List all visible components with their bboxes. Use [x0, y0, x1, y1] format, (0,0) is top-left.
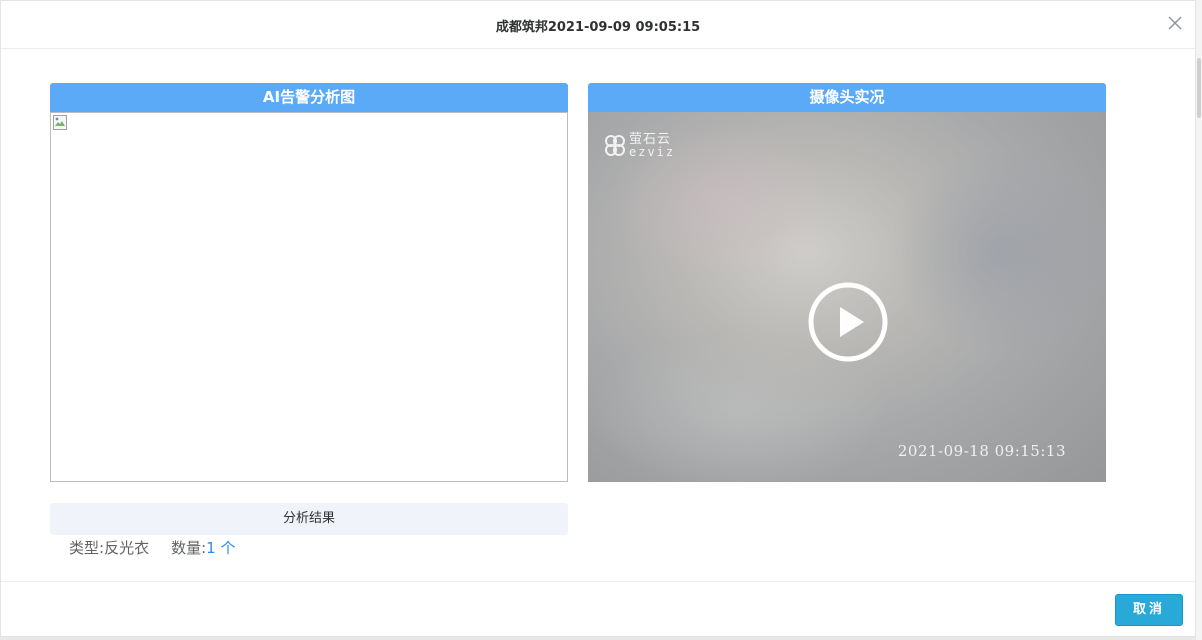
- video-timestamp: 2021-09-18 09:15:13: [897, 442, 1066, 460]
- dialog-header: 成都筑邦2021-09-09 09:05:15: [1, 1, 1195, 49]
- scrollbar-thumb[interactable]: [1197, 58, 1201, 118]
- analysis-result-title: 分析结果: [50, 503, 568, 535]
- count-value: 1 个: [206, 539, 236, 557]
- cancel-button[interactable]: 取消: [1115, 594, 1183, 626]
- type-label: 类型:: [69, 539, 105, 557]
- camera-live-header: 摄像头实况: [588, 83, 1106, 112]
- analysis-result-row: 类型:反光衣 数量:1 个: [69, 537, 235, 558]
- dialog-title: 成都筑邦2021-09-09 09:05:15: [495, 20, 701, 35]
- video-frame-blur: [888, 152, 1106, 352]
- ezviz-logo-mark: [605, 135, 625, 156]
- dialog-footer: 取消: [1, 581, 1195, 637]
- ezviz-logo: 萤石云 ezviz: [604, 132, 675, 160]
- play-circle-icon[interactable]: [807, 281, 889, 363]
- type-value: 反光衣: [104, 539, 150, 557]
- broken-image-icon: [53, 115, 67, 130]
- ai-analysis-header: AI告警分析图: [50, 83, 568, 112]
- camera-video-player[interactable]: 萤石云 ezviz 2021-09-18 09:15:13: [588, 112, 1106, 482]
- ezviz-logo-en: ezviz: [629, 145, 676, 159]
- count-label: 数量:: [171, 539, 207, 557]
- close-icon[interactable]: [1167, 15, 1183, 31]
- scrollbar-strip[interactable]: [1196, 0, 1202, 640]
- alarm-detail-dialog: 成都筑邦2021-09-09 09:05:15 AI告警分析图 摄像头实况 萤石…: [0, 0, 1196, 637]
- ai-analysis-image: [50, 112, 568, 482]
